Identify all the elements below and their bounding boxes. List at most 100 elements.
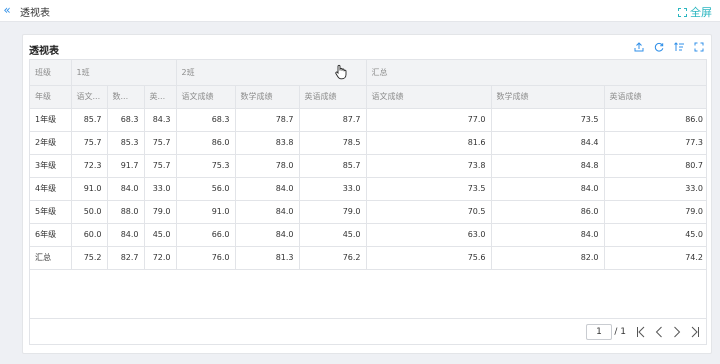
table-cell: 84.8 — [491, 154, 605, 178]
table-row: 汇总 75.2 82.7 72.0 76.0 81.3 76.2 75.6 82.0 74.2 — [30, 246, 706, 270]
table-cell: 78.5 — [299, 131, 367, 155]
table-cell: 66.0 — [176, 223, 236, 247]
table-cell: 75.3 — [176, 154, 236, 178]
pagination: 1 / 1 — [29, 319, 707, 345]
table-cell: 73.5 — [366, 177, 492, 201]
first-page-icon[interactable] — [634, 324, 648, 340]
group-header-1: 1班 — [71, 60, 177, 86]
row-header-cell: 3年级 — [30, 154, 72, 178]
corner-grade-label: 年级 — [30, 85, 72, 109]
table-cell: 45.0 — [144, 223, 177, 247]
export-icon[interactable] — [633, 41, 645, 53]
table-cell: 91.7 — [107, 154, 145, 178]
subheader[interactable]: 语文成绩 — [366, 85, 492, 109]
row-header-cell: 2年级 — [30, 131, 72, 155]
collapse-sidebar-icon[interactable]: « — [0, 0, 14, 22]
table-row: 1年级 85.7 68.3 84.3 68.3 78.7 87.7 77.0 73.5 86.0 — [30, 108, 706, 132]
table-row: 2年级 75.7 85.3 75.7 86.0 83.8 78.5 81.6 84.4 77.3 — [30, 131, 706, 155]
table-cell: 75.7 — [71, 131, 108, 155]
table-cell: 91.0 — [71, 177, 108, 201]
fullscreen-button[interactable]: 全屏 — [678, 4, 712, 20]
table-cell: 79.0 — [299, 200, 367, 224]
table-cell: 84.4 — [491, 131, 605, 155]
panel-toolbar — [633, 41, 705, 53]
page-input[interactable]: 1 — [586, 324, 612, 340]
header-row-subject: 年级 语文... 数... 英... 语文成绩 数学成绩 英语成绩 语文成绩 数… — [30, 85, 706, 109]
fullscreen-label: 全屏 — [690, 6, 712, 19]
table-row: 3年级 72.3 91.7 75.7 75.3 78.0 85.7 73.8 84.8 80.7 — [30, 154, 706, 178]
table-cell: 82.0 — [491, 246, 605, 270]
table-cell: 72.0 — [144, 246, 177, 270]
table-row: 5年级 50.0 88.0 79.0 91.0 84.0 79.0 70.5 86.0 79.0 — [30, 200, 706, 224]
table-cell: 85.3 — [107, 131, 145, 155]
table-cell: 85.7 — [299, 154, 367, 178]
subheader[interactable]: 语文成绩 — [176, 85, 236, 109]
subheader[interactable]: 语文... — [71, 85, 108, 109]
table-cell: 73.5 — [491, 108, 605, 132]
subheader[interactable]: 数学成绩 — [491, 85, 605, 109]
expand-icon[interactable] — [693, 41, 705, 53]
table-cell: 84.0 — [107, 177, 145, 201]
table-cell: 45.0 — [299, 223, 367, 247]
table-cell: 81.6 — [366, 131, 492, 155]
table-cell: 80.7 — [604, 154, 706, 178]
table-row: 4年级 91.0 84.0 33.0 56.0 84.0 33.0 73.5 84.0 33.0 — [30, 177, 706, 201]
page-total: / 1 — [614, 327, 626, 337]
table-cell: 45.0 — [604, 223, 706, 247]
table-cell: 84.0 — [235, 177, 300, 201]
table-cell: 88.0 — [107, 200, 145, 224]
table-cell: 50.0 — [71, 200, 108, 224]
table-cell: 78.7 — [235, 108, 300, 132]
top-bar: « 透视表 全屏 — [0, 0, 720, 22]
table-cell: 86.0 — [604, 108, 706, 132]
table-cell: 84.0 — [491, 223, 605, 247]
table-cell: 76.0 — [176, 246, 236, 270]
table-cell: 91.0 — [176, 200, 236, 224]
pivot-table: 班级 1班 2班 汇总 年级 语文... 数... 英... 语文成绩 数学成绩… — [29, 59, 707, 319]
table-cell: 70.5 — [366, 200, 492, 224]
table-cell: 75.6 — [366, 246, 492, 270]
refresh-icon[interactable] — [653, 41, 665, 53]
table-cell: 63.0 — [366, 223, 492, 247]
next-page-icon[interactable] — [670, 324, 684, 340]
subheader[interactable]: 英语成绩 — [299, 85, 367, 109]
table-cell: 77.3 — [604, 131, 706, 155]
table-cell: 78.0 — [235, 154, 300, 178]
table-cell: 60.0 — [71, 223, 108, 247]
table-cell: 77.0 — [366, 108, 492, 132]
table-cell: 76.2 — [299, 246, 367, 270]
subheader[interactable]: 英语成绩 — [604, 85, 706, 109]
corner-class-label: 班级 — [30, 60, 72, 86]
last-page-icon[interactable] — [688, 324, 702, 340]
table-cell: 87.7 — [299, 108, 367, 132]
table-cell: 79.0 — [604, 200, 706, 224]
table-cell: 75.7 — [144, 154, 177, 178]
table-cell: 73.8 — [366, 154, 492, 178]
table-cell: 85.7 — [71, 108, 108, 132]
row-header-cell: 6年级 — [30, 223, 72, 247]
table-cell: 68.3 — [107, 108, 145, 132]
table-cell: 33.0 — [299, 177, 367, 201]
header-row-class: 班级 1班 2班 汇总 — [30, 60, 706, 86]
table-cell: 84.0 — [107, 223, 145, 247]
table-cell: 83.8 — [235, 131, 300, 155]
subheader[interactable]: 数... — [107, 85, 145, 109]
table-cell: 86.0 — [176, 131, 236, 155]
row-header-cell: 汇总 — [30, 246, 72, 270]
table-row: 6年级 60.0 84.0 45.0 66.0 84.0 45.0 63.0 84.0 45.0 — [30, 223, 706, 247]
subheader[interactable]: 数学成绩 — [235, 85, 300, 109]
table-cell: 81.3 — [235, 246, 300, 270]
panel-title: 透视表 — [29, 46, 59, 57]
table-cell: 56.0 — [176, 177, 236, 201]
prev-page-icon[interactable] — [652, 324, 666, 340]
row-header-cell: 5年级 — [30, 200, 72, 224]
row-header-cell: 1年级 — [30, 108, 72, 132]
sort-icon[interactable] — [673, 41, 685, 53]
table-cell: 75.2 — [71, 246, 108, 270]
table-cell: 79.0 — [144, 200, 177, 224]
subheader[interactable]: 英... — [144, 85, 177, 109]
table-cell: 33.0 — [604, 177, 706, 201]
pivot-panel: 透视表 班级 1班 2班 汇总 年级 语文... 数... 英... 语文成绩 … — [22, 34, 712, 354]
row-header-cell: 4年级 — [30, 177, 72, 201]
table-cell: 68.3 — [176, 108, 236, 132]
